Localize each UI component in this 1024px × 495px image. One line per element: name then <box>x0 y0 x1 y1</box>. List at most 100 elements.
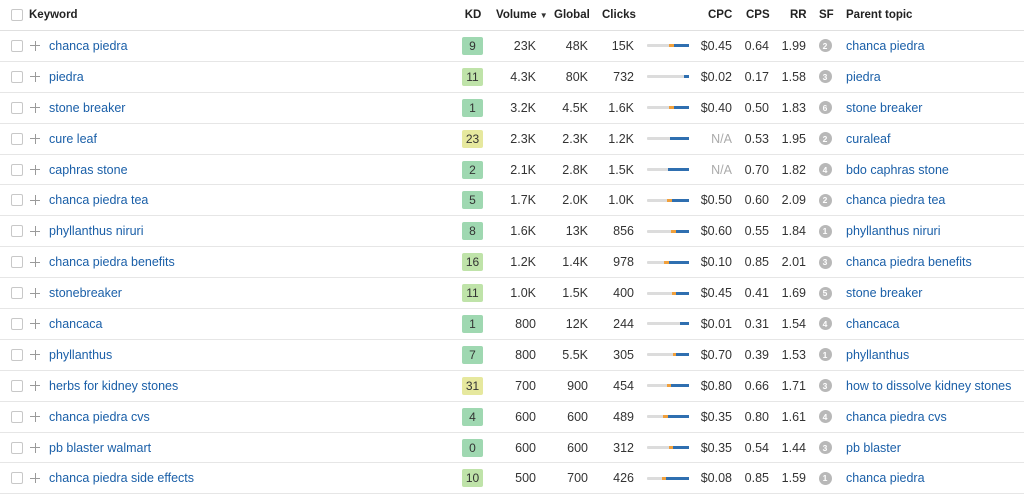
keyword-link[interactable]: phyllanthus <box>49 348 112 362</box>
row-checkbox[interactable] <box>11 101 23 114</box>
sf-badge[interactable]: 1 <box>818 471 832 485</box>
keyword-link[interactable]: phyllanthus niruri <box>49 224 144 238</box>
keyword-link[interactable]: stonebreaker <box>49 286 122 300</box>
clicks-distribution-bar <box>647 229 689 233</box>
header-clicks[interactable]: Clicks <box>602 0 636 30</box>
sf-badge[interactable]: 4 <box>818 317 832 331</box>
add-to-list-icon[interactable] <box>30 226 40 237</box>
parent-topic-link[interactable]: bdo caphras stone <box>846 163 949 177</box>
sf-badge[interactable]: 1 <box>818 348 832 362</box>
parent-topic-link[interactable]: phyllanthus niruri <box>846 224 941 238</box>
parent-topic-link[interactable]: pb blaster <box>846 441 901 455</box>
sf-badge[interactable]: 5 <box>818 286 832 300</box>
sf-badge[interactable]: 4 <box>818 163 832 176</box>
rr-value: 1.69 <box>781 286 806 301</box>
header-kd[interactable]: KD <box>461 0 485 30</box>
keyword-link[interactable]: chanca piedra benefits <box>49 255 175 269</box>
cps-value: 0.60 <box>744 193 769 208</box>
sf-badge[interactable]: 3 <box>818 441 832 455</box>
parent-topic-link[interactable]: chanca piedra cvs <box>846 410 947 424</box>
sf-badge[interactable]: 3 <box>818 379 832 393</box>
header-volume[interactable]: Volume ▼ <box>496 0 548 30</box>
add-to-list-icon[interactable] <box>30 411 40 422</box>
parent-topic-link[interactable]: chanca piedra tea <box>846 193 945 207</box>
add-to-list-icon[interactable] <box>30 71 40 82</box>
parent-topic-link[interactable]: piedra <box>846 70 881 84</box>
add-to-list-icon[interactable] <box>30 133 40 144</box>
global-volume-value: 600 <box>567 440 588 455</box>
volume-value: 3.2K <box>510 100 536 115</box>
select-all-checkbox[interactable] <box>11 9 23 21</box>
row-checkbox[interactable] <box>11 441 23 454</box>
add-to-list-icon[interactable] <box>30 164 40 175</box>
keyword-link[interactable]: chanca piedra tea <box>49 193 148 207</box>
volume-value: 4.3K <box>510 69 536 84</box>
keyword-link[interactable]: cure leaf <box>49 132 97 146</box>
kd-badge: 9 <box>462 36 483 55</box>
sf-badge[interactable]: 3 <box>818 70 832 84</box>
volume-value: 1.7K <box>510 193 536 208</box>
row-checkbox[interactable] <box>11 132 23 145</box>
add-to-list-icon[interactable] <box>30 102 40 113</box>
global-volume-value: 5.5K <box>562 347 588 362</box>
keyword-link[interactable]: pb blaster walmart <box>49 441 151 455</box>
keyword-link[interactable]: chanca piedra cvs <box>49 410 150 424</box>
add-to-list-icon[interactable] <box>30 318 40 329</box>
row-checkbox[interactable] <box>11 256 23 269</box>
add-to-list-icon[interactable] <box>30 349 40 360</box>
keyword-link[interactable]: chanca piedra <box>49 39 128 53</box>
header-cps[interactable]: CPS <box>746 0 770 30</box>
sf-badge[interactable]: 3 <box>818 255 832 269</box>
sf-badge[interactable]: 2 <box>818 193 832 207</box>
keyword-link[interactable]: piedra <box>49 70 84 84</box>
header-rr[interactable]: RR <box>790 0 807 30</box>
parent-topic-link[interactable]: stone breaker <box>846 101 922 115</box>
volume-value: 800 <box>515 347 536 362</box>
header-cpc[interactable]: CPC <box>708 0 732 30</box>
row-checkbox[interactable] <box>11 194 23 207</box>
row-checkbox[interactable] <box>11 70 23 83</box>
row-checkbox[interactable] <box>11 225 23 238</box>
row-checkbox[interactable] <box>11 410 23 423</box>
sf-badge[interactable]: 2 <box>818 39 832 53</box>
sf-badge[interactable]: 1 <box>818 224 832 238</box>
add-to-list-icon[interactable] <box>30 473 40 484</box>
add-to-list-icon[interactable] <box>30 442 40 453</box>
sf-badge[interactable]: 2 <box>818 132 832 146</box>
keyword-link[interactable]: chanca piedra side effects <box>49 471 194 485</box>
parent-topic-link[interactable]: curaleaf <box>846 132 890 146</box>
keyword-link[interactable]: caphras stone <box>49 163 128 177</box>
parent-topic-link[interactable]: chanca piedra benefits <box>846 255 972 269</box>
parent-topic-link[interactable]: chanca piedra <box>846 471 925 485</box>
row-checkbox[interactable] <box>11 379 23 392</box>
add-to-list-icon[interactable] <box>30 257 40 268</box>
add-to-list-icon[interactable] <box>30 288 40 299</box>
header-keyword[interactable]: Keyword <box>29 0 78 30</box>
header-global[interactable]: Global <box>554 0 590 30</box>
cps-value: 0.64 <box>744 38 769 53</box>
row-checkbox[interactable] <box>11 163 23 176</box>
row-checkbox[interactable] <box>11 39 23 52</box>
keyword-link[interactable]: stone breaker <box>49 101 125 115</box>
add-to-list-icon[interactable] <box>30 40 40 51</box>
sf-badge[interactable]: 4 <box>818 410 832 424</box>
global-volume-value: 900 <box>567 378 588 393</box>
add-to-list-icon[interactable] <box>30 380 40 391</box>
parent-topic-link[interactable]: chanca piedra <box>846 39 925 53</box>
row-checkbox[interactable] <box>11 287 23 300</box>
keyword-link[interactable]: herbs for kidney stones <box>49 379 178 393</box>
parent-topic-link[interactable]: chancaca <box>846 317 900 331</box>
add-to-list-icon[interactable] <box>30 195 40 206</box>
keyword-link[interactable]: chancaca <box>49 317 103 331</box>
row-checkbox[interactable] <box>11 472 23 485</box>
paid-clicks-segment <box>667 198 672 202</box>
cps-value: 0.50 <box>744 100 769 115</box>
parent-topic-link[interactable]: how to dissolve kidney stones <box>846 379 1011 393</box>
sf-badge[interactable]: 6 <box>818 101 832 115</box>
row-checkbox[interactable] <box>11 317 23 330</box>
parent-topic-link[interactable]: stone breaker <box>846 286 922 300</box>
header-parent-topic[interactable]: Parent topic <box>846 0 912 30</box>
header-sf[interactable]: SF <box>819 0 834 30</box>
parent-topic-link[interactable]: phyllanthus <box>846 348 909 362</box>
row-checkbox[interactable] <box>11 348 23 361</box>
